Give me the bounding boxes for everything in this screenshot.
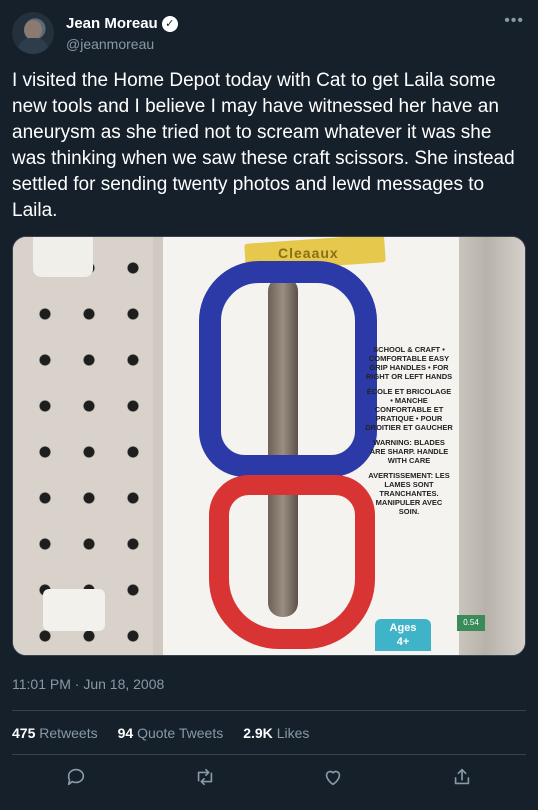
- divider: [12, 710, 526, 711]
- packaging-line: AVERTISSEMENT: LES LAMES SONT TRANCHANTE…: [368, 471, 450, 516]
- tweet-timestamp[interactable]: 11:01 PM · Jun 18, 2008: [12, 676, 164, 692]
- like-icon[interactable]: [319, 764, 347, 790]
- ages-label: Ages: [389, 622, 417, 634]
- packaging-text: SCHOOL & CRAFT • COMFORTABLE EASY GRIP H…: [365, 345, 453, 522]
- shelf-rack: [459, 237, 525, 655]
- peg-hook: [33, 237, 93, 277]
- peg-hook: [43, 589, 105, 631]
- retweets-count: 475: [12, 725, 36, 741]
- tweet-text: I visited the Home Depot today with Cat …: [12, 70, 515, 221]
- ages-value: 4+: [396, 636, 410, 648]
- quotes-label: Quote Tweets: [137, 725, 224, 741]
- packaging-line: SCHOOL & CRAFT • COMFORTABLE EASY GRIP H…: [365, 345, 453, 381]
- more-icon[interactable]: •••: [504, 12, 524, 30]
- reply-icon[interactable]: [62, 764, 90, 790]
- brand-text: Cleaaux: [278, 245, 339, 261]
- red-handle: [209, 475, 375, 649]
- name-row: Jean Moreau ✓: [66, 15, 178, 32]
- action-bar: [12, 764, 526, 790]
- user-handle[interactable]: @jeanmoreau: [66, 36, 154, 52]
- packaging-line: WARNING: BLADES ARE SHARP. HANDLE WITH C…: [369, 438, 449, 465]
- price-tag: 0.54: [457, 615, 485, 631]
- quotes-count: 94: [117, 725, 134, 741]
- avatar[interactable]: [12, 12, 54, 54]
- retweets-label: Retweets: [39, 725, 98, 741]
- engagement-stats: 475 Retweets 94 Quote Tweets 2.9K Likes: [12, 725, 309, 741]
- ages-badge: Ages 4+: [375, 619, 431, 651]
- retweet-icon[interactable]: [191, 764, 219, 790]
- quotes-stat[interactable]: 94 Quote Tweets: [118, 725, 224, 741]
- blue-handle: [199, 261, 377, 477]
- display-name[interactable]: Jean Moreau: [66, 15, 158, 32]
- packaging-line: ÉCOLE ET BRICOLAGE • MANCHE CONFORTABLE …: [365, 387, 453, 432]
- divider: [12, 754, 526, 755]
- tweet-header: Jean Moreau ✓ @jeanmoreau •••: [12, 12, 526, 56]
- retweets-stat[interactable]: 475 Retweets: [12, 725, 98, 741]
- tweet-photo[interactable]: Cleaaux SCHOOL & CRAFT • COMFORTABLE EAS…: [12, 236, 526, 656]
- likes-label: Likes: [276, 725, 310, 741]
- likes-stat[interactable]: 2.9K Likes: [243, 725, 309, 741]
- likes-count: 2.9K: [243, 725, 273, 741]
- share-icon[interactable]: [448, 764, 476, 790]
- verified-badge-icon: ✓: [161, 15, 178, 32]
